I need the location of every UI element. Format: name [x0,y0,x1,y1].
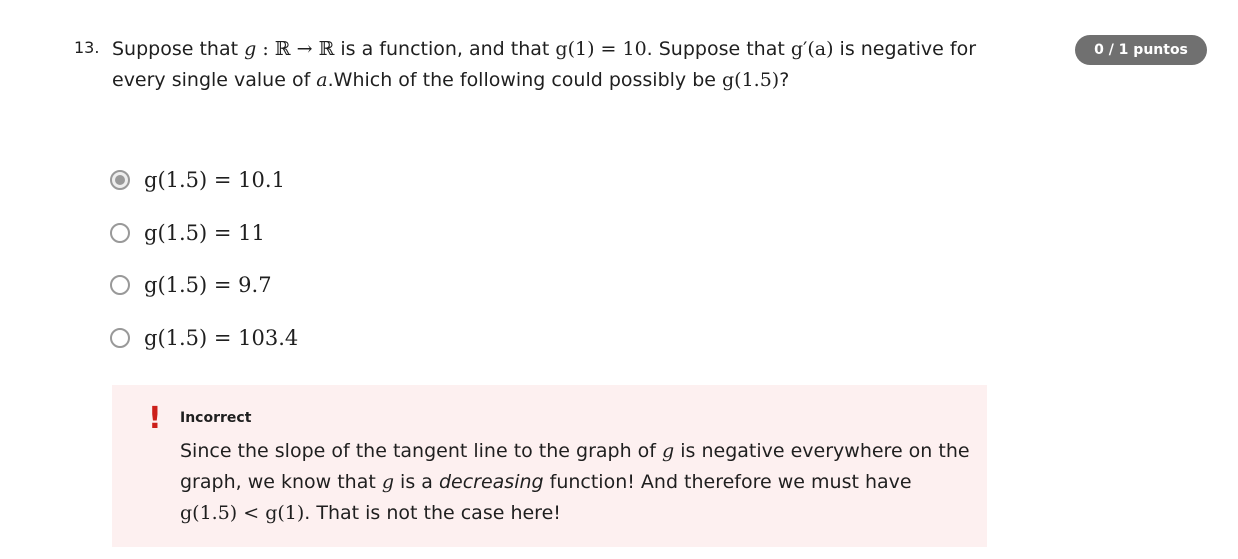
feedback-text-3: is a [394,471,439,493]
math-arrow: → [290,38,319,60]
math-g: g [381,471,395,493]
answer-options: g(1.5) = 10.1 g(1.5) = 11 g(1.5) = 9.7 g… [110,154,298,364]
option-label: g(1.5) = 10.1 [144,168,285,193]
exclamation-icon: ! [148,401,162,436]
answer-option[interactable]: g(1.5) = 9.7 [110,259,298,312]
feedback-text-4: function! And therefore we must have [543,471,912,493]
feedback-emphasis: decreasing [438,471,544,493]
answer-option[interactable]: g(1.5) = 11 [110,207,298,260]
option-label: g(1.5) = 11 [144,220,265,245]
answer-option[interactable]: g(1.5) = 10.1 [110,154,298,207]
math-reals-1: ℝ [274,38,291,60]
score-badge: 0 / 1 puntos [1075,35,1207,65]
option-label: g(1.5) = 9.7 [144,273,272,298]
radio-button-selected[interactable] [110,170,130,191]
feedback-body: Since the slope of the tangent line to t… [180,436,970,529]
radio-button[interactable] [110,327,130,348]
option-label: g(1.5) = 103.4 [144,325,299,350]
math-g: g [244,38,257,60]
math-reals-2: ℝ [318,38,335,60]
question-mid1: is a function, and that [334,38,556,60]
question-end: ? [779,69,790,91]
question-intro: Suppose that [112,38,245,60]
feedback-panel: ! Incorrect Since the slope of the tange… [112,385,987,547]
math-g-of-1: g(1) = 10 [555,38,647,60]
math-a: a [316,69,328,91]
math-colon: : [256,38,275,60]
question-mid2: . Suppose that [646,38,791,60]
radio-button[interactable] [110,222,130,243]
math-g: g [662,440,675,462]
feedback-text-1: Since the slope of the tangent line to t… [180,440,663,462]
feedback-text-5: . That is not the case here! [304,502,561,524]
radio-button[interactable] [110,275,130,296]
math-g-prime-a: g′(a) [790,38,834,60]
question-number: 13. [74,38,100,57]
math-g-15: g(1.5) [722,69,780,91]
answer-option[interactable]: g(1.5) = 103.4 [110,312,298,365]
question-text: Suppose that g : ℝ → ℝ is a function, an… [112,34,1012,96]
question-mid4: .Which of the following could possibly b… [327,69,722,91]
feedback-title: Incorrect [180,410,252,426]
math-inequality: g(1.5) < g(1) [180,502,305,524]
